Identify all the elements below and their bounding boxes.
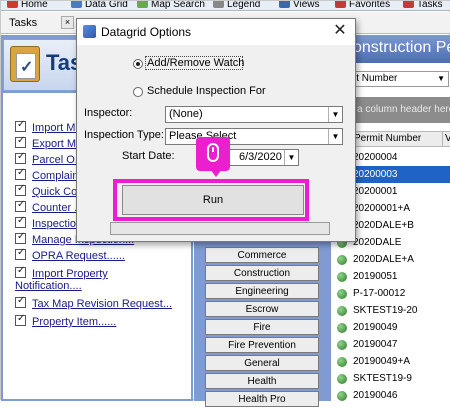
tasks-close-icon[interactable]: × — [61, 16, 74, 29]
search-field-select[interactable]: it Number ▼ — [349, 71, 449, 87]
group-by-area[interactable]: a column header here — [349, 97, 450, 123]
toolbar-map-search[interactable]: Map Search — [137, 1, 205, 10]
status-icon — [337, 255, 347, 265]
checklist-icon — [15, 295, 26, 308]
category-general[interactable]: General — [205, 355, 319, 371]
views-icon — [279, 1, 290, 8]
status-icon — [337, 357, 347, 367]
table-row[interactable]: 2020DALE+A — [331, 251, 450, 268]
status-icon — [337, 289, 347, 299]
permit-grid-title: onstruction Pe — [353, 39, 450, 56]
task-link-export-m[interactable]: Export M... — [15, 135, 85, 150]
schedule-inspection-radio[interactable] — [133, 87, 143, 97]
tasks-bar-label: Tasks — [9, 17, 38, 29]
table-row[interactable]: 20190049+A — [331, 353, 450, 370]
status-icon — [337, 340, 347, 350]
dialog-title: Datagrid Options — [101, 25, 192, 39]
category-fire[interactable]: Fire — [205, 319, 319, 335]
task-link-import-property[interactable]: Import Property — [15, 265, 108, 280]
home-icon — [7, 1, 18, 8]
checklist-icon — [15, 119, 26, 132]
task-link-inspectio[interactable]: Inspectio... — [15, 215, 85, 230]
favorites-icon — [335, 1, 346, 8]
table-row[interactable]: P-17-00012 — [331, 285, 450, 302]
status-icon — [337, 272, 347, 282]
task-link-import-m[interactable]: Import M... — [15, 119, 85, 134]
chevron-down-icon[interactable]: ▼ — [328, 107, 342, 122]
chevron-down-icon[interactable]: ▼ — [284, 150, 298, 165]
category-commerce[interactable]: Commerce — [205, 247, 319, 263]
grid-column-headers: Permit Number V — [349, 131, 450, 147]
task-link-property-item[interactable]: Property Item...... — [15, 313, 116, 328]
grid-icon — [71, 1, 82, 8]
dialog-title-bar[interactable]: Datagrid Options ✕ — [77, 19, 355, 45]
close-icon[interactable]: ✕ — [331, 22, 349, 40]
checklist-icon — [15, 313, 26, 326]
mouse-icon — [207, 143, 219, 162]
inspection-type-select[interactable]: Please Select ▼ — [165, 128, 343, 145]
toolbar-data-grid[interactable]: Data Grid — [71, 1, 128, 10]
category-construction[interactable]: Construction — [205, 265, 319, 281]
table-row[interactable]: 20190051 — [331, 268, 450, 285]
category-escrow[interactable]: Escrow — [205, 301, 319, 317]
checklist-icon — [15, 135, 26, 148]
column-header-permit-number[interactable]: Permit Number — [354, 132, 421, 146]
category-engineering[interactable]: Engineering — [205, 283, 319, 299]
click-highlight — [113, 179, 309, 221]
checklist-icon — [15, 183, 26, 196]
table-row[interactable]: 20190049 — [331, 319, 450, 336]
checklist-icon — [15, 247, 26, 260]
app-icon — [83, 25, 96, 38]
table-row[interactable]: 20190047 — [331, 336, 450, 353]
category-fire-prevention[interactable]: Fire Prevention — [205, 337, 319, 353]
checklist-icon — [15, 231, 26, 244]
checklist-icon — [15, 167, 26, 180]
toolbar-legend[interactable]: Legend — [213, 1, 260, 10]
inspector-label: Inspector: — [84, 107, 133, 119]
task-link-tax-map-revision[interactable]: Tax Map Revision Request... — [15, 295, 172, 310]
task-link-parcel-o[interactable]: Parcel O... — [15, 151, 84, 166]
start-date-label: Start Date: — [122, 150, 175, 162]
status-icon — [337, 306, 347, 316]
task-link-counter[interactable]: Counter ... — [15, 199, 83, 214]
checklist-icon — [15, 265, 26, 278]
toolbar-home[interactable]: Home — [7, 1, 48, 10]
map-search-icon — [137, 1, 148, 8]
toolbar-tasks[interactable]: Tasks — [403, 1, 443, 10]
toolbar-favorites[interactable]: Favorites — [335, 1, 390, 10]
table-row[interactable]: 20190046 — [331, 387, 450, 404]
add-remove-watch-label[interactable]: Add/Remove Watch — [147, 57, 244, 69]
progress-bar — [110, 222, 330, 235]
table-row[interactable]: SKTEST19-20 — [331, 302, 450, 319]
checklist-icon — [15, 199, 26, 212]
checklist-icon — [15, 151, 26, 164]
task-link-import-property-cont[interactable]: Notification.... — [15, 280, 82, 292]
toolbar-views[interactable]: Views — [279, 1, 320, 10]
category-health[interactable]: Health — [205, 373, 319, 389]
category-health-pro[interactable]: Health Pro — [205, 391, 319, 407]
main-toolbar: Home Data Grid Map Search Legend Views F… — [1, 1, 450, 11]
status-icon — [337, 323, 347, 333]
legend-icon — [213, 1, 224, 8]
inspection-type-label: Inspection Type: — [84, 129, 164, 141]
chevron-down-icon[interactable]: ▼ — [328, 129, 342, 144]
app-window: Home Data Grid Map Search Legend Views F… — [0, 0, 450, 407]
schedule-inspection-label[interactable]: Schedule Inspection For — [147, 85, 266, 97]
tasks-icon — [403, 1, 414, 8]
clipboard-icon — [10, 46, 40, 82]
column-header-v[interactable]: V — [442, 132, 450, 146]
checklist-icon — [15, 215, 26, 228]
add-remove-watch-radio[interactable] — [133, 59, 143, 69]
inspector-select[interactable]: (None) ▼ — [165, 106, 343, 123]
task-link-opra-request[interactable]: OPRA Request...... — [15, 247, 125, 262]
chevron-down-icon: ▼ — [437, 74, 445, 83]
table-row[interactable]: SKTEST19-9 — [331, 370, 450, 387]
status-icon — [337, 374, 347, 384]
mouse-cursor-indicator — [196, 137, 230, 177]
